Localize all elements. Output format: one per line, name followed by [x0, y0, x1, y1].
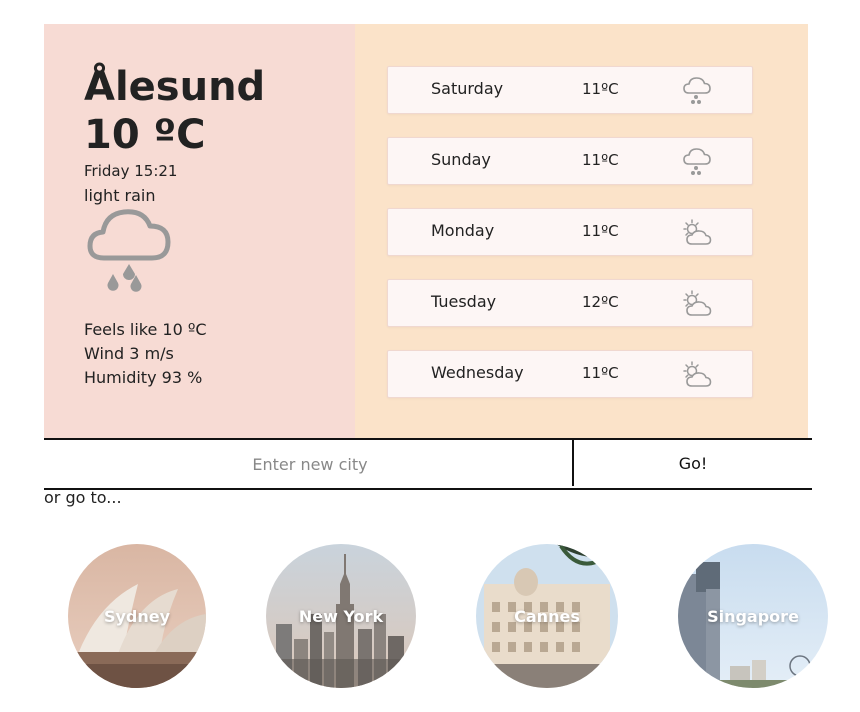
partly-cloudy-icon	[683, 361, 712, 387]
destination-label: Singapore	[707, 606, 799, 626]
destination-label: Sydney	[103, 606, 171, 626]
forecast-row: Sunday 11ºC	[387, 137, 753, 185]
humidity: Humidity 93 %	[84, 368, 203, 387]
forecast-day: Monday	[431, 221, 495, 240]
go-button[interactable]: Go!	[572, 440, 812, 486]
partly-cloudy-icon	[683, 219, 712, 245]
goto-label: or go to...	[44, 488, 122, 507]
feels-like: Feels like 10 ºC	[84, 320, 207, 339]
current-weather-panel: Ålesund 10 ºC Friday 15:21 light rain Fe…	[44, 24, 355, 440]
forecast-temp: 11ºC	[582, 364, 619, 382]
city-search-bar: Go!	[44, 438, 812, 490]
current-temperature: 10 ºC	[84, 112, 206, 158]
destination-label: New York	[298, 606, 384, 626]
forecast-day: Wednesday	[431, 363, 524, 382]
forecast-temp: 11ºC	[582, 222, 619, 240]
destination-cannes[interactable]: Cannes	[476, 544, 618, 688]
city-search-input[interactable]	[44, 440, 576, 488]
rain-cloud-icon	[683, 77, 711, 104]
destination-label: Cannes	[514, 606, 580, 626]
destination-new-york[interactable]: New York	[266, 544, 416, 688]
forecast-day: Tuesday	[431, 292, 497, 311]
destination-sydney[interactable]: Sydney	[68, 544, 206, 688]
forecast-temp: 11ºC	[582, 151, 619, 169]
weather-card: Ålesund 10 ºC Friday 15:21 light rain Fe…	[44, 24, 808, 440]
forecast-panel: Saturday 11ºC Sunday 11ºC Monday 11ºC Tu…	[355, 24, 808, 440]
forecast-row: Wednesday 11ºC	[387, 350, 753, 398]
forecast-row: Tuesday 12ºC	[387, 279, 753, 327]
forecast-day: Saturday	[431, 79, 504, 98]
wind-speed: Wind 3 m/s	[84, 344, 174, 363]
forecast-row: Monday 11ºC	[387, 208, 753, 256]
forecast-temp: 12ºC	[582, 293, 619, 311]
forecast-day: Sunday	[431, 150, 491, 169]
forecast-temp: 11ºC	[582, 80, 619, 98]
forecast-row: Saturday 11ºC	[387, 66, 753, 114]
partly-cloudy-icon	[683, 290, 712, 316]
destination-singapore[interactable]: Singapore	[678, 544, 828, 688]
weather-details: Feels like 10 ºC Wind 3 m/s Humidity 93 …	[84, 318, 207, 390]
current-datetime: Friday 15:21	[84, 162, 178, 180]
city-name: Ålesund	[84, 64, 266, 110]
rain-cloud-icon	[683, 148, 711, 175]
weather-description: light rain	[84, 186, 156, 205]
rain-cloud-icon	[87, 209, 171, 292]
